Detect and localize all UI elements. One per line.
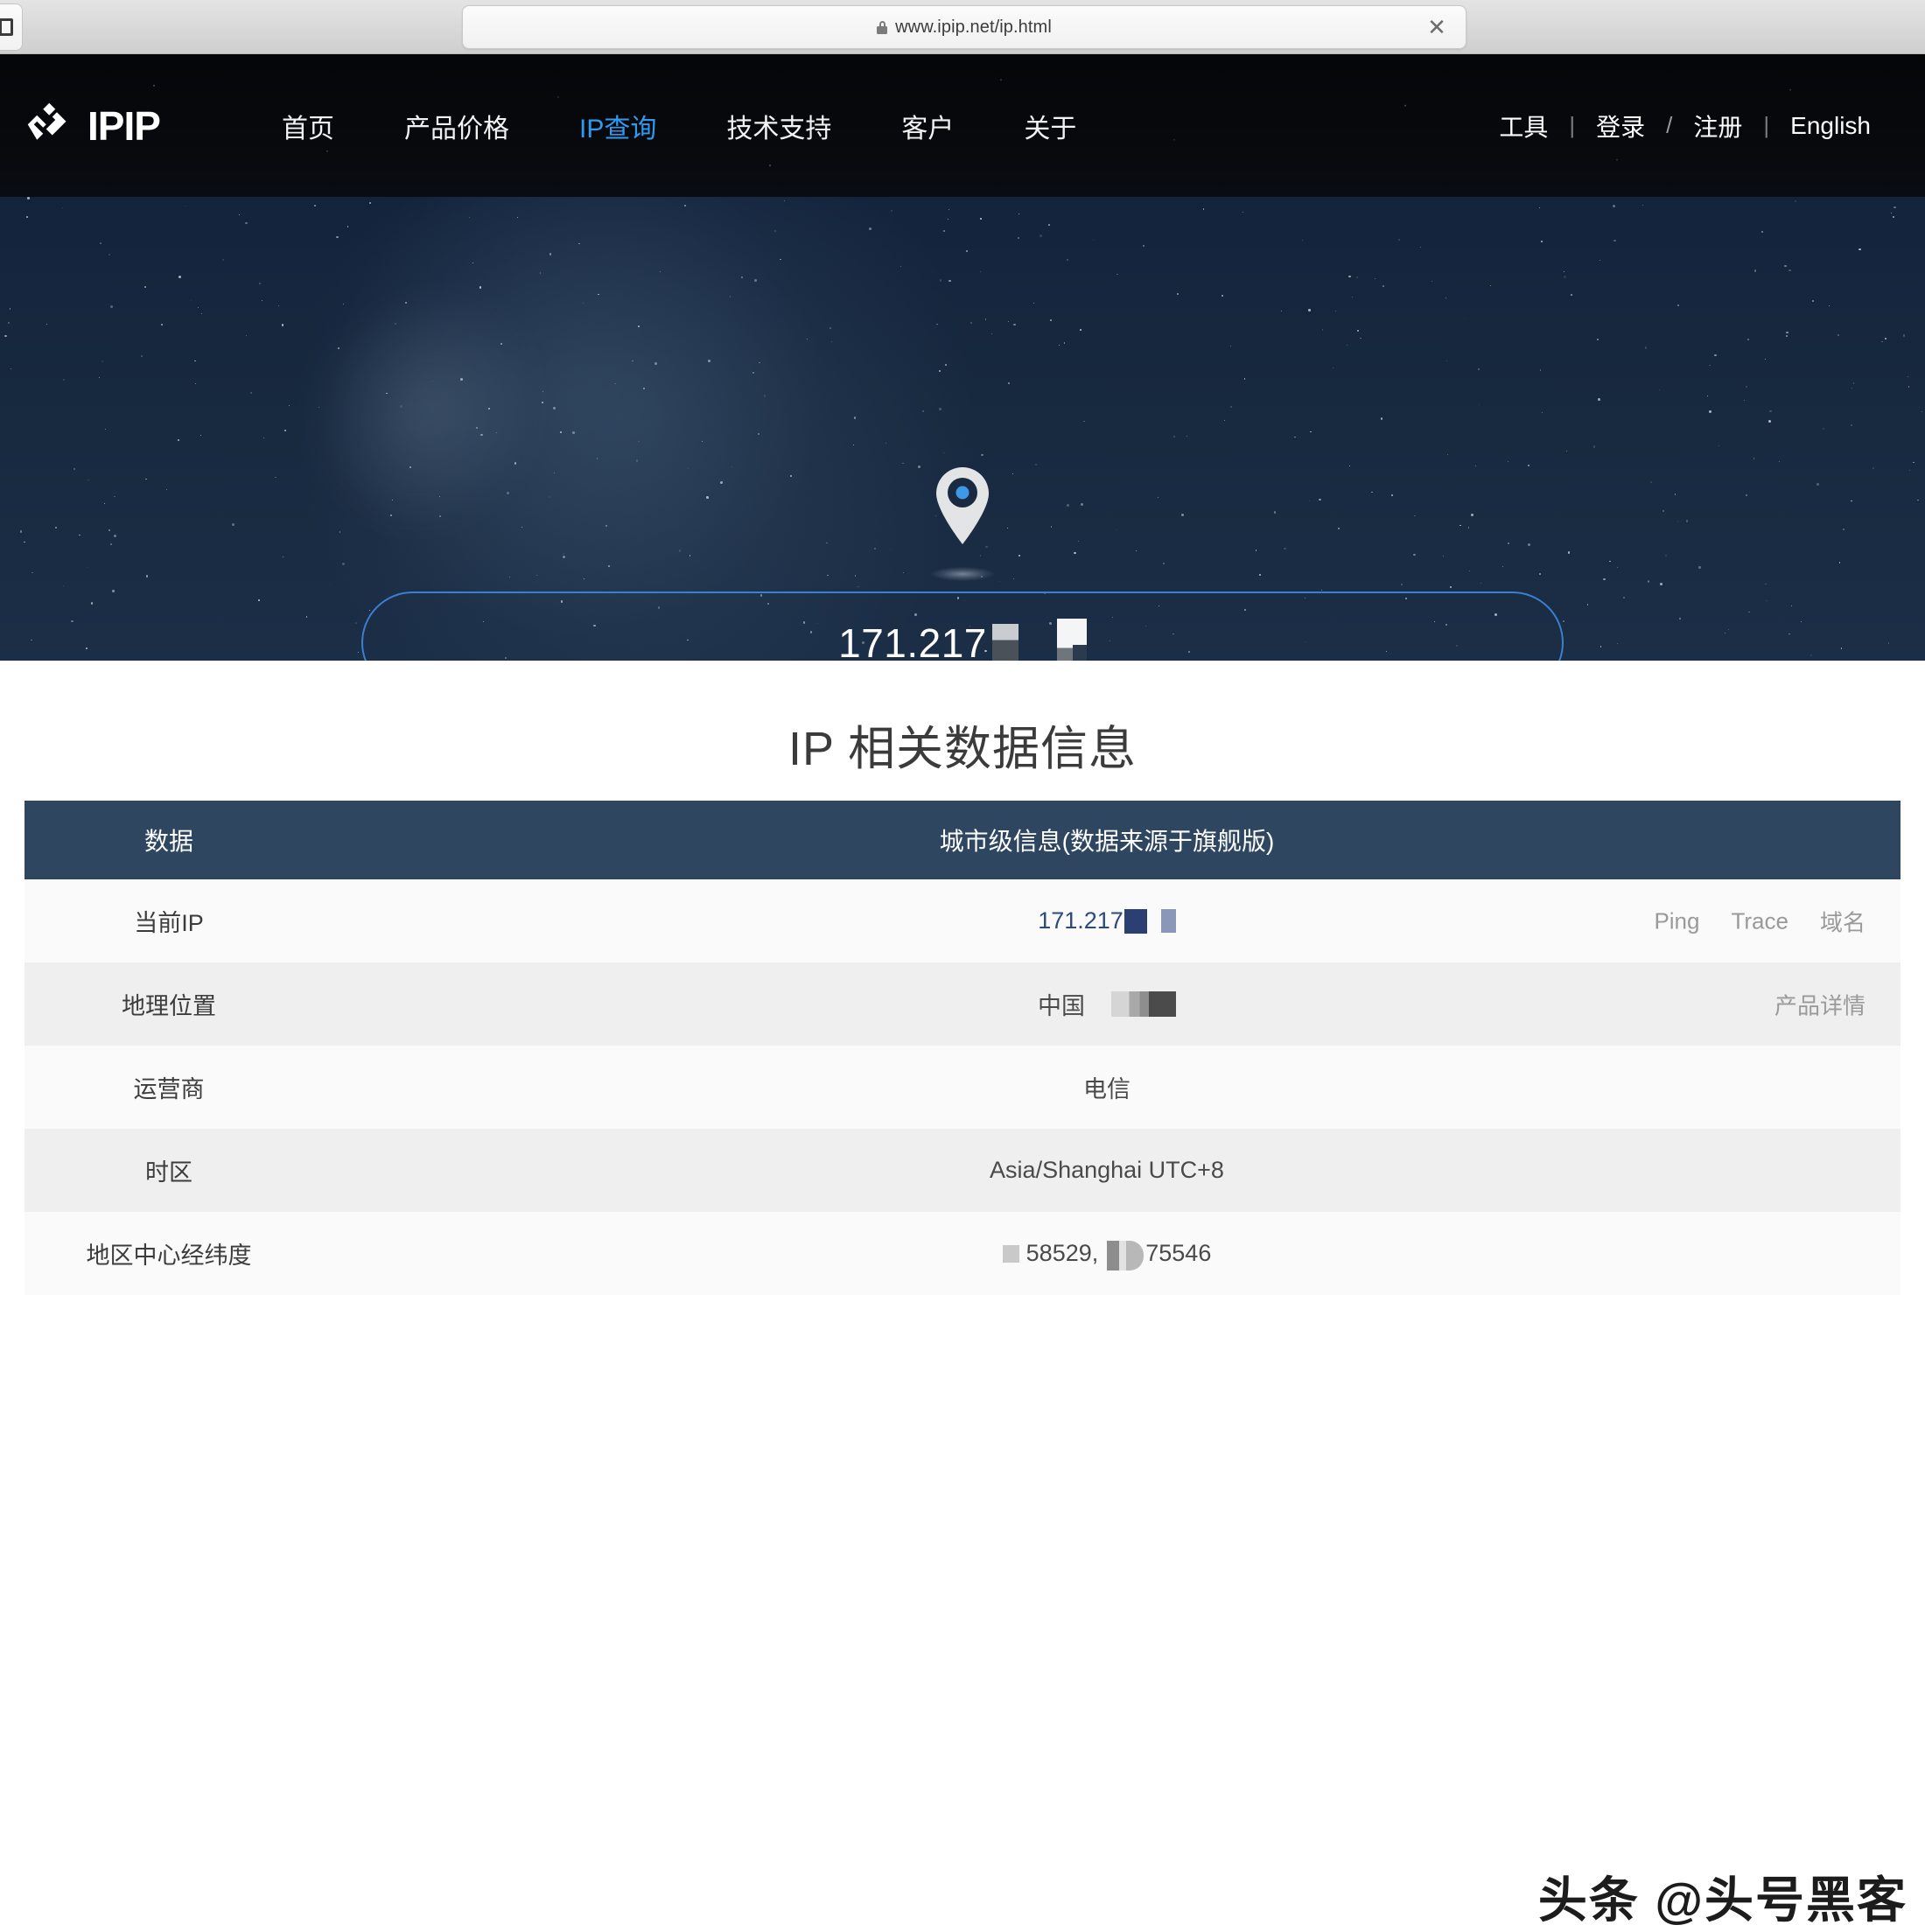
redaction-block-location xyxy=(1111,991,1176,1017)
table-row-location: 地理位置 中国 产品详情 xyxy=(24,962,1900,1046)
table-header-label: 数据 xyxy=(24,801,313,879)
browser-chrome: www.ipip.net/ip.html ✕ xyxy=(0,0,1925,54)
table-row-coordinates: 地区中心经纬度 58529, 75546 xyxy=(24,1212,1900,1295)
domain-link[interactable]: 域名 xyxy=(1820,905,1866,937)
row-value-isp: 电信 xyxy=(313,1046,1900,1129)
table-body: 当前IP 171.217 Ping Trace 域名 地理位置 中国 产品详情 … xyxy=(24,879,1900,1295)
redaction-block-ip-1 xyxy=(1124,908,1147,934)
redaction-block-1 xyxy=(991,623,1018,661)
tab-icon xyxy=(0,18,13,36)
isp-value: 电信 xyxy=(1083,1076,1130,1102)
ping-link[interactable]: Ping xyxy=(1654,907,1699,934)
nav-item-customers[interactable]: 客户 xyxy=(866,102,989,150)
main-content: IP 相关数据信息 数据 城市级信息(数据来源于旗舰版) 当前IP 171.21… xyxy=(0,661,1925,1928)
longitude-text: 75546 xyxy=(1145,1240,1212,1266)
current-ip-value: 171.217 xyxy=(1038,907,1176,934)
nav-login-link[interactable]: 登录 xyxy=(1577,108,1664,144)
address-bar-content: www.ipip.net/ip.html xyxy=(877,18,1052,38)
row-label-coordinates: 地区中心经纬度 xyxy=(86,1242,252,1269)
timezone-value: Asia/Shanghai UTC+8 xyxy=(990,1157,1224,1183)
table-header-value: 城市级信息(数据来源于旗舰版) xyxy=(313,801,1900,879)
latitude-text: 58529, xyxy=(1026,1240,1099,1266)
nav-register-link[interactable]: 注册 xyxy=(1674,108,1761,144)
nav-links: 首页 产品价格 IP查询 技术支持 客户 关于 xyxy=(247,102,1111,150)
map-pin-icon xyxy=(931,466,994,581)
location-value: 中国 xyxy=(1038,987,1176,1021)
address-bar[interactable]: www.ipip.net/ip.html ✕ xyxy=(462,5,1466,49)
lock-icon xyxy=(877,20,888,34)
site-navbar: IPIP 首页 产品价格 IP查询 技术支持 客户 关于 工具 | 登录 / 注… xyxy=(0,54,1925,197)
ip-input-text: 171.217 xyxy=(838,620,987,662)
product-detail-link[interactable]: 产品详情 xyxy=(1774,988,1866,1020)
nav-item-pricing[interactable]: 产品价格 xyxy=(369,102,544,150)
nav-separator-2: / xyxy=(1666,112,1673,138)
table-head: 数据 城市级信息(数据来源于旗舰版) xyxy=(24,801,1900,879)
pin-shadow xyxy=(931,567,994,581)
nav-item-support[interactable]: 技术支持 xyxy=(691,102,866,150)
ip-search-input[interactable]: 171.217 xyxy=(361,592,1564,661)
row-label-isp: 运营商 xyxy=(133,1076,205,1102)
nav-separator-3: | xyxy=(1763,112,1770,138)
url-text: www.ipip.net/ip.html xyxy=(895,17,1052,37)
redaction-block-lon xyxy=(1107,1240,1144,1270)
row-value-location: 中国 产品详情 xyxy=(313,962,1900,1046)
row-value-timezone: Asia/Shanghai UTC+8 xyxy=(313,1129,1900,1212)
table-header-row: 数据 城市级信息(数据来源于旗舰版) xyxy=(24,801,1900,879)
table-row-timezone: 时区 Asia/Shanghai UTC+8 xyxy=(24,1129,1900,1212)
redaction-block-lat xyxy=(1002,1245,1019,1263)
watermark: 头条 @头号黑客 xyxy=(1537,1872,1908,1928)
hero-section: 171.217 查询 xyxy=(0,197,1925,661)
nav-tools-link[interactable]: 工具 xyxy=(1480,108,1567,144)
current-ip-text: 171.217 xyxy=(1038,907,1124,934)
site-logo[interactable]: IPIP xyxy=(26,102,161,150)
ipip-logo-icon xyxy=(27,102,66,140)
row-value-current-ip: 171.217 Ping Trace 域名 xyxy=(313,879,1900,962)
coordinates-value: 58529, 75546 xyxy=(1002,1240,1212,1270)
nav-english-link[interactable]: English xyxy=(1771,112,1890,140)
row-label-current-ip: 当前IP xyxy=(134,910,204,936)
close-icon[interactable]: ✕ xyxy=(1425,16,1448,38)
nav-separator-1: | xyxy=(1569,112,1576,138)
current-ip-actions: Ping Trace 域名 xyxy=(1654,905,1866,937)
nav-item-about[interactable]: 关于 xyxy=(989,102,1111,150)
redaction-block-2 xyxy=(1056,618,1087,661)
ip-data-table: 数据 城市级信息(数据来源于旗舰版) 当前IP 171.217 Ping Tra… xyxy=(24,801,1900,1295)
browser-tab-stub[interactable] xyxy=(0,4,23,51)
row-label-location: 地理位置 xyxy=(122,993,216,1019)
redaction-block-ip-2 xyxy=(1160,909,1176,933)
nav-item-ip-query[interactable]: IP查询 xyxy=(544,102,691,150)
location-text: 中国 xyxy=(1038,993,1085,1019)
row-value-coordinates: 58529, 75546 xyxy=(313,1212,1900,1295)
table-row-isp: 运营商 电信 xyxy=(24,1046,1900,1129)
ip-input-value: 171.217 xyxy=(838,618,1087,662)
nav-right-group: 工具 | 登录 / 注册 | English xyxy=(1480,108,1890,144)
page-title: IP 相关数据信息 xyxy=(788,723,1138,775)
location-actions: 产品详情 xyxy=(1774,988,1866,1020)
row-label-timezone: 时区 xyxy=(145,1159,192,1186)
trace-link[interactable]: Trace xyxy=(1731,907,1788,934)
nav-item-home[interactable]: 首页 xyxy=(247,102,369,150)
milkyway-decoration xyxy=(262,242,591,582)
table-row-current-ip: 当前IP 171.217 Ping Trace 域名 xyxy=(24,879,1900,962)
logo-text: IPIP xyxy=(88,102,161,149)
